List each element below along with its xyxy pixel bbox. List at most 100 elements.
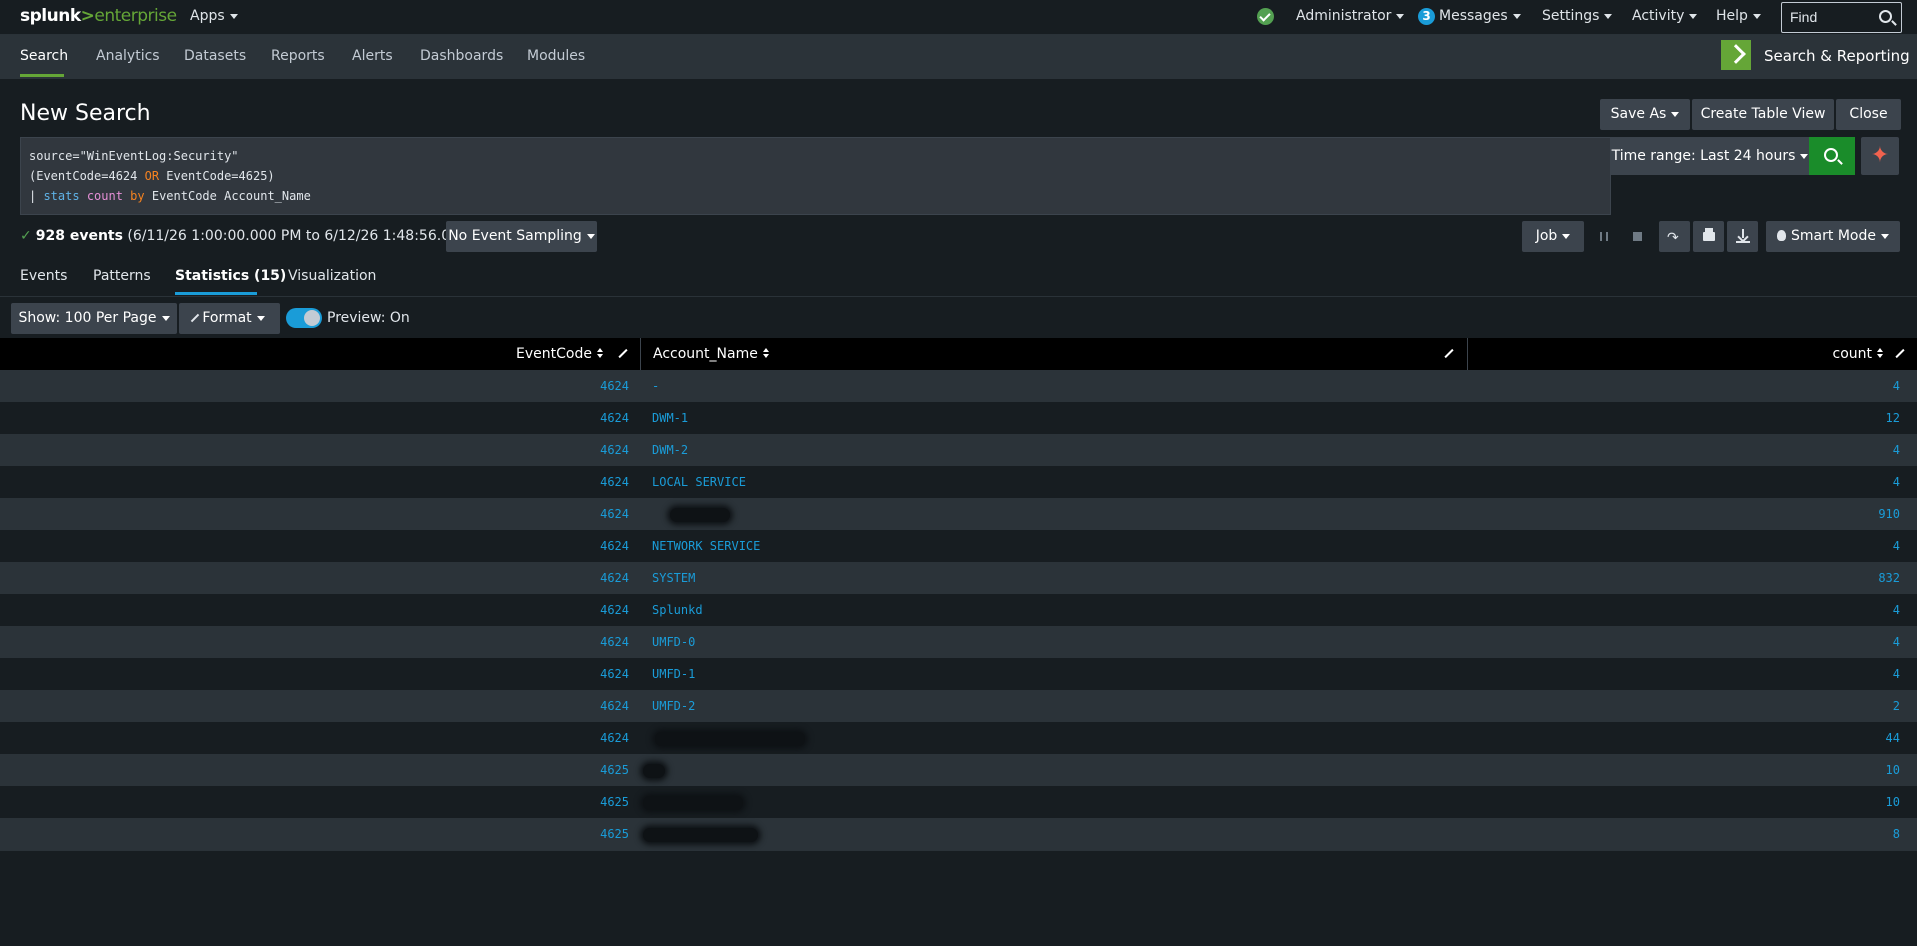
stop-job-button[interactable] — [1622, 221, 1653, 252]
cell-account-name[interactable]: - — [652, 370, 659, 402]
cell-account-name[interactable]: DWM-1 — [652, 402, 688, 434]
export-button[interactable] — [1727, 221, 1758, 252]
cell-count[interactable]: 4 — [1893, 530, 1900, 562]
close-button[interactable]: Close — [1836, 99, 1901, 130]
column-header-account-name[interactable]: Account_Name — [653, 338, 770, 370]
cell-eventcode[interactable]: 4624 — [600, 530, 629, 562]
cell-eventcode[interactable]: 4624 — [600, 498, 629, 530]
print-button[interactable] — [1693, 221, 1724, 252]
nav-alerts[interactable]: Alerts — [352, 48, 393, 64]
cell-eventcode[interactable]: 4624 — [600, 594, 629, 626]
table-row: 4624 UMFD-1 4 — [0, 658, 1917, 690]
splunk-logo[interactable]: splunk>enterprise — [20, 6, 177, 26]
cell-account-name[interactable]: UMFD-0 — [652, 626, 695, 658]
find-input[interactable] — [1790, 9, 1870, 25]
cell-eventcode[interactable]: 4625 — [600, 786, 629, 818]
sort-icon — [597, 348, 604, 359]
app-title[interactable]: Search & Reporting — [1764, 47, 1910, 65]
column-divider[interactable] — [640, 338, 641, 370]
per-page-dropdown[interactable]: Show: 100 Per Page — [11, 303, 177, 334]
edit-column-icon[interactable] — [1444, 348, 1454, 359]
cell-account-name[interactable]: DWM-2 — [652, 434, 688, 466]
stop-icon — [1633, 232, 1642, 241]
health-ok-icon[interactable] — [1257, 8, 1274, 25]
event-sampling-dropdown[interactable]: No Event Sampling — [446, 221, 597, 252]
table-row: 4624 Splunkd 4 — [0, 594, 1917, 626]
tab-events[interactable]: Events — [20, 268, 67, 284]
cell-account-name[interactable]: Splunkd — [652, 594, 703, 626]
user-menu[interactable]: Administrator — [1296, 8, 1405, 24]
cell-count[interactable]: 4 — [1893, 626, 1900, 658]
redacted-value — [643, 764, 665, 778]
cell-count[interactable]: 4 — [1893, 594, 1900, 626]
run-search-button[interactable] — [1809, 137, 1855, 175]
edit-column-icon[interactable] — [618, 348, 628, 359]
column-divider[interactable] — [1467, 338, 1468, 370]
search-mode-dropdown[interactable]: Smart Mode — [1766, 221, 1900, 252]
save-as-button[interactable]: Save As — [1600, 99, 1690, 130]
cell-account-name[interactable]: UMFD-1 — [652, 658, 695, 690]
cell-count[interactable]: 8 — [1893, 818, 1900, 850]
find-box[interactable] — [1781, 2, 1902, 33]
cell-eventcode[interactable]: 4624 — [600, 370, 629, 402]
cell-count[interactable]: 44 — [1886, 722, 1900, 754]
cell-eventcode[interactable]: 4624 — [600, 658, 629, 690]
app-nav-bar: Search Analytics Datasets Reports Alerts… — [0, 35, 1917, 79]
messages-menu[interactable]: 3 Messages — [1418, 8, 1521, 25]
cell-count[interactable]: 4 — [1893, 466, 1900, 498]
time-range-picker[interactable]: Time range: Last 24 hours — [1611, 137, 1809, 175]
cell-count[interactable]: 910 — [1878, 498, 1900, 530]
cell-eventcode[interactable]: 4625 — [600, 818, 629, 850]
tab-patterns[interactable]: Patterns — [93, 268, 151, 284]
cell-account-name[interactable]: SYSTEM — [652, 562, 695, 594]
cell-count[interactable]: 832 — [1878, 562, 1900, 594]
sparkle-icon: ✦ — [1870, 143, 1890, 168]
cell-count[interactable]: 10 — [1886, 754, 1900, 786]
nav-search[interactable]: Search — [20, 48, 68, 64]
apps-menu[interactable]: Apps — [190, 8, 238, 24]
cell-eventcode[interactable]: 4625 — [600, 754, 629, 786]
redacted-value — [670, 508, 730, 522]
ai-assistant-button[interactable]: ✦ — [1861, 137, 1899, 175]
cell-account-name[interactable]: NETWORK SERVICE — [652, 530, 760, 562]
cell-account-name[interactable]: UMFD-2 — [652, 690, 695, 722]
table-row: 4624 UMFD-0 4 — [0, 626, 1917, 658]
nav-analytics[interactable]: Analytics — [96, 48, 160, 64]
nav-reports[interactable]: Reports — [271, 48, 325, 64]
job-menu[interactable]: Job — [1522, 221, 1584, 252]
help-menu[interactable]: Help — [1716, 8, 1761, 24]
cell-eventcode[interactable]: 4624 — [600, 562, 629, 594]
pause-job-button[interactable] — [1588, 221, 1619, 252]
cell-eventcode[interactable]: 4624 — [600, 402, 629, 434]
nav-modules[interactable]: Modules — [527, 48, 585, 64]
caret-down-icon — [1800, 153, 1809, 159]
edit-column-icon[interactable] — [1895, 348, 1905, 359]
cell-eventcode[interactable]: 4624 — [600, 466, 629, 498]
cell-count[interactable]: 4 — [1893, 370, 1900, 402]
cell-eventcode[interactable]: 4624 — [600, 722, 629, 754]
activity-menu[interactable]: Activity — [1632, 8, 1698, 24]
tab-statistics[interactable]: Statistics (15) — [175, 268, 286, 284]
messages-count-badge: 3 — [1418, 8, 1435, 25]
cell-account-name[interactable]: LOCAL SERVICE — [652, 466, 746, 498]
share-button[interactable]: ↷ — [1659, 221, 1690, 252]
cell-count[interactable]: 4 — [1893, 658, 1900, 690]
cell-count[interactable]: 10 — [1886, 786, 1900, 818]
cell-eventcode[interactable]: 4624 — [600, 626, 629, 658]
create-table-view-button[interactable]: Create Table View — [1692, 99, 1834, 130]
column-header-count[interactable]: count — [1833, 338, 1885, 370]
cell-eventcode[interactable]: 4624 — [600, 434, 629, 466]
search-query-editor[interactable]: source="WinEventLog:Security" (EventCode… — [20, 137, 1611, 215]
tab-visualization[interactable]: Visualization — [288, 268, 376, 284]
format-dropdown[interactable]: Format — [179, 303, 280, 334]
nav-dashboards[interactable]: Dashboards — [420, 48, 503, 64]
cell-eventcode[interactable]: 4624 — [600, 690, 629, 722]
cell-count[interactable]: 12 — [1886, 402, 1900, 434]
settings-menu[interactable]: Settings — [1542, 8, 1613, 24]
cell-count[interactable]: 2 — [1893, 690, 1900, 722]
preview-toggle[interactable] — [286, 308, 322, 328]
column-header-eventcode[interactable]: EventCode — [516, 338, 604, 370]
cell-count[interactable]: 4 — [1893, 434, 1900, 466]
nav-datasets[interactable]: Datasets — [184, 48, 246, 64]
search-icon[interactable] — [1879, 10, 1892, 23]
